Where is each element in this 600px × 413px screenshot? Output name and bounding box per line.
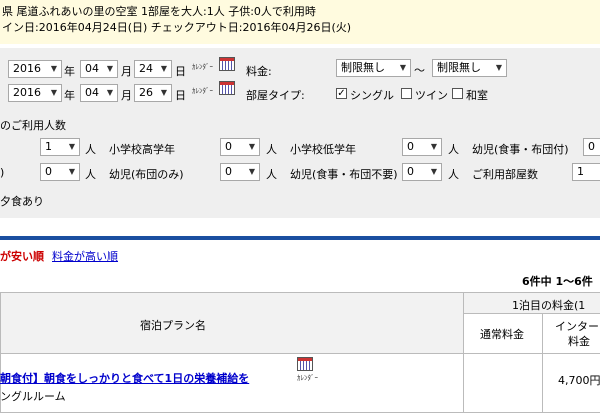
regular-price-header-text: 通常料金 bbox=[480, 328, 524, 341]
checkin-day-select[interactable]: 24 ▼ bbox=[134, 60, 172, 78]
chevron-down-icon: ▼ bbox=[106, 88, 114, 97]
sort-expensive-link[interactable]: 料金が高い順 bbox=[52, 248, 118, 264]
year-unit: 年 bbox=[64, 65, 75, 78]
rooms-select[interactable]: 1 bbox=[572, 163, 600, 181]
person-unit: 人 bbox=[85, 168, 96, 181]
elem-lower-select[interactable]: 0 ▼ bbox=[402, 138, 442, 156]
price-tilde: ～ bbox=[414, 64, 425, 77]
price-label: 料金: bbox=[246, 65, 272, 78]
infant-meal-bed-label: 幼児(食事・布団付) bbox=[472, 143, 569, 156]
checkbox-single[interactable]: ✓ bbox=[336, 88, 347, 99]
chevron-down-icon: ▼ bbox=[248, 167, 256, 176]
section-divider bbox=[0, 236, 600, 240]
checkbox-japanese[interactable] bbox=[452, 88, 463, 99]
summary-line-1: 県 尾道ふれあいの里の空室 1部屋を大人:1人 子供:0人で利用時 bbox=[2, 5, 316, 18]
elem-lower-label: 小学校低学年 bbox=[290, 143, 356, 156]
internet-price-header-text: インター bbox=[555, 320, 599, 333]
chevron-down-icon: ▼ bbox=[160, 88, 168, 97]
chevron-down-icon: ▼ bbox=[68, 167, 76, 176]
checkbox-twin[interactable] bbox=[401, 88, 412, 99]
infant-none-select[interactable]: 0 ▼ bbox=[402, 163, 442, 181]
day-unit: 日 bbox=[175, 89, 186, 102]
guests-heading: のご利用人数 bbox=[0, 119, 66, 132]
child-count-select[interactable]: 0 ▼ bbox=[40, 163, 80, 181]
sort-cheap-active: が安い順 bbox=[0, 250, 44, 263]
checkout-year-select[interactable]: 2016 ▼ bbox=[8, 84, 62, 102]
room-type-japanese-label: 和室 bbox=[466, 89, 488, 102]
infant-bed-label: 幼児(布団のみ) bbox=[109, 168, 184, 181]
calendar-label: ｶﾚﾝﾀﾞｰ bbox=[192, 87, 213, 95]
person-unit: 人 bbox=[448, 143, 459, 156]
room-type-label: 部屋タイプ: bbox=[246, 89, 305, 102]
room-type-single-label: シングル bbox=[350, 89, 394, 102]
chevron-down-icon: ▼ bbox=[399, 63, 407, 72]
row2-left-fragment: ) bbox=[0, 166, 5, 179]
summary-line-2: イン日:2016年04月24日(日) チェックアウト日:2016年04月26日(… bbox=[2, 21, 352, 34]
person-unit: 人 bbox=[448, 168, 459, 181]
person-unit: 人 bbox=[85, 143, 96, 156]
chevron-down-icon: ▼ bbox=[68, 142, 76, 151]
plan-name-header bbox=[0, 292, 464, 354]
checkin-calendar-icon[interactable] bbox=[219, 57, 235, 71]
month-unit: 月 bbox=[121, 65, 132, 78]
plan-internet-price: 4,700円 bbox=[558, 374, 600, 387]
chevron-down-icon: ▼ bbox=[430, 142, 438, 151]
plan-room-name: ングルルーム bbox=[0, 390, 66, 403]
chevron-down-icon: ▼ bbox=[248, 142, 256, 151]
rooms-label: ご利用部屋数 bbox=[472, 168, 538, 181]
infant-none-label: 幼児(食事・布団不要) bbox=[290, 168, 398, 181]
infant-bed-select[interactable]: 0 ▼ bbox=[220, 163, 260, 181]
chevron-down-icon: ▼ bbox=[50, 88, 58, 97]
chevron-down-icon: ▼ bbox=[160, 64, 168, 73]
chevron-down-icon: ▼ bbox=[50, 64, 58, 73]
checkin-month-select[interactable]: 04 ▼ bbox=[80, 60, 118, 78]
person-unit: 人 bbox=[266, 143, 277, 156]
elem-upper-select[interactable]: 0 ▼ bbox=[220, 138, 260, 156]
elem-upper-label: 小学校高学年 bbox=[109, 143, 175, 156]
meal-text: 夕食あり bbox=[0, 195, 44, 208]
room-type-twin-label: ツイン bbox=[415, 89, 448, 102]
results-count: 6件中 1～6件 bbox=[522, 275, 593, 288]
chevron-down-icon: ▼ bbox=[430, 167, 438, 176]
plan-name-header-text: 宿泊プラン名 bbox=[140, 319, 206, 332]
chevron-down-icon: ▼ bbox=[106, 64, 114, 73]
person-unit: 人 bbox=[266, 168, 277, 181]
first-night-header-text: 1泊目の料金(1 bbox=[512, 299, 586, 312]
infant-meal-bed-select[interactable]: 0 bbox=[583, 138, 600, 156]
adult-count-select[interactable]: 1 ▼ bbox=[40, 138, 80, 156]
plan-row-regular-cell bbox=[463, 353, 543, 413]
price-max-select[interactable]: 制限無し ▼ bbox=[432, 59, 507, 77]
checkout-calendar-icon[interactable] bbox=[219, 81, 235, 95]
checkin-year-select[interactable]: 2016 ▼ bbox=[8, 60, 62, 78]
calendar-label: ｶﾚﾝﾀﾞｰ bbox=[192, 63, 213, 71]
price-min-select[interactable]: 制限無し ▼ bbox=[336, 59, 411, 77]
checkout-month-select[interactable]: 04 ▼ bbox=[80, 84, 118, 102]
plan-title-link[interactable]: 朝食付】朝食をしっかりと食べて1日の栄養補給を bbox=[0, 370, 249, 386]
year-unit: 年 bbox=[64, 89, 75, 102]
checkout-day-select[interactable]: 26 ▼ bbox=[134, 84, 172, 102]
internet-price-header-text2: 料金 bbox=[568, 335, 590, 348]
plan-calendar-label: ｶﾚﾝﾀﾞｰ bbox=[297, 374, 318, 382]
plan-calendar-icon[interactable] bbox=[297, 357, 313, 371]
day-unit: 日 bbox=[175, 65, 186, 78]
month-unit: 月 bbox=[121, 89, 132, 102]
chevron-down-icon: ▼ bbox=[495, 63, 503, 72]
